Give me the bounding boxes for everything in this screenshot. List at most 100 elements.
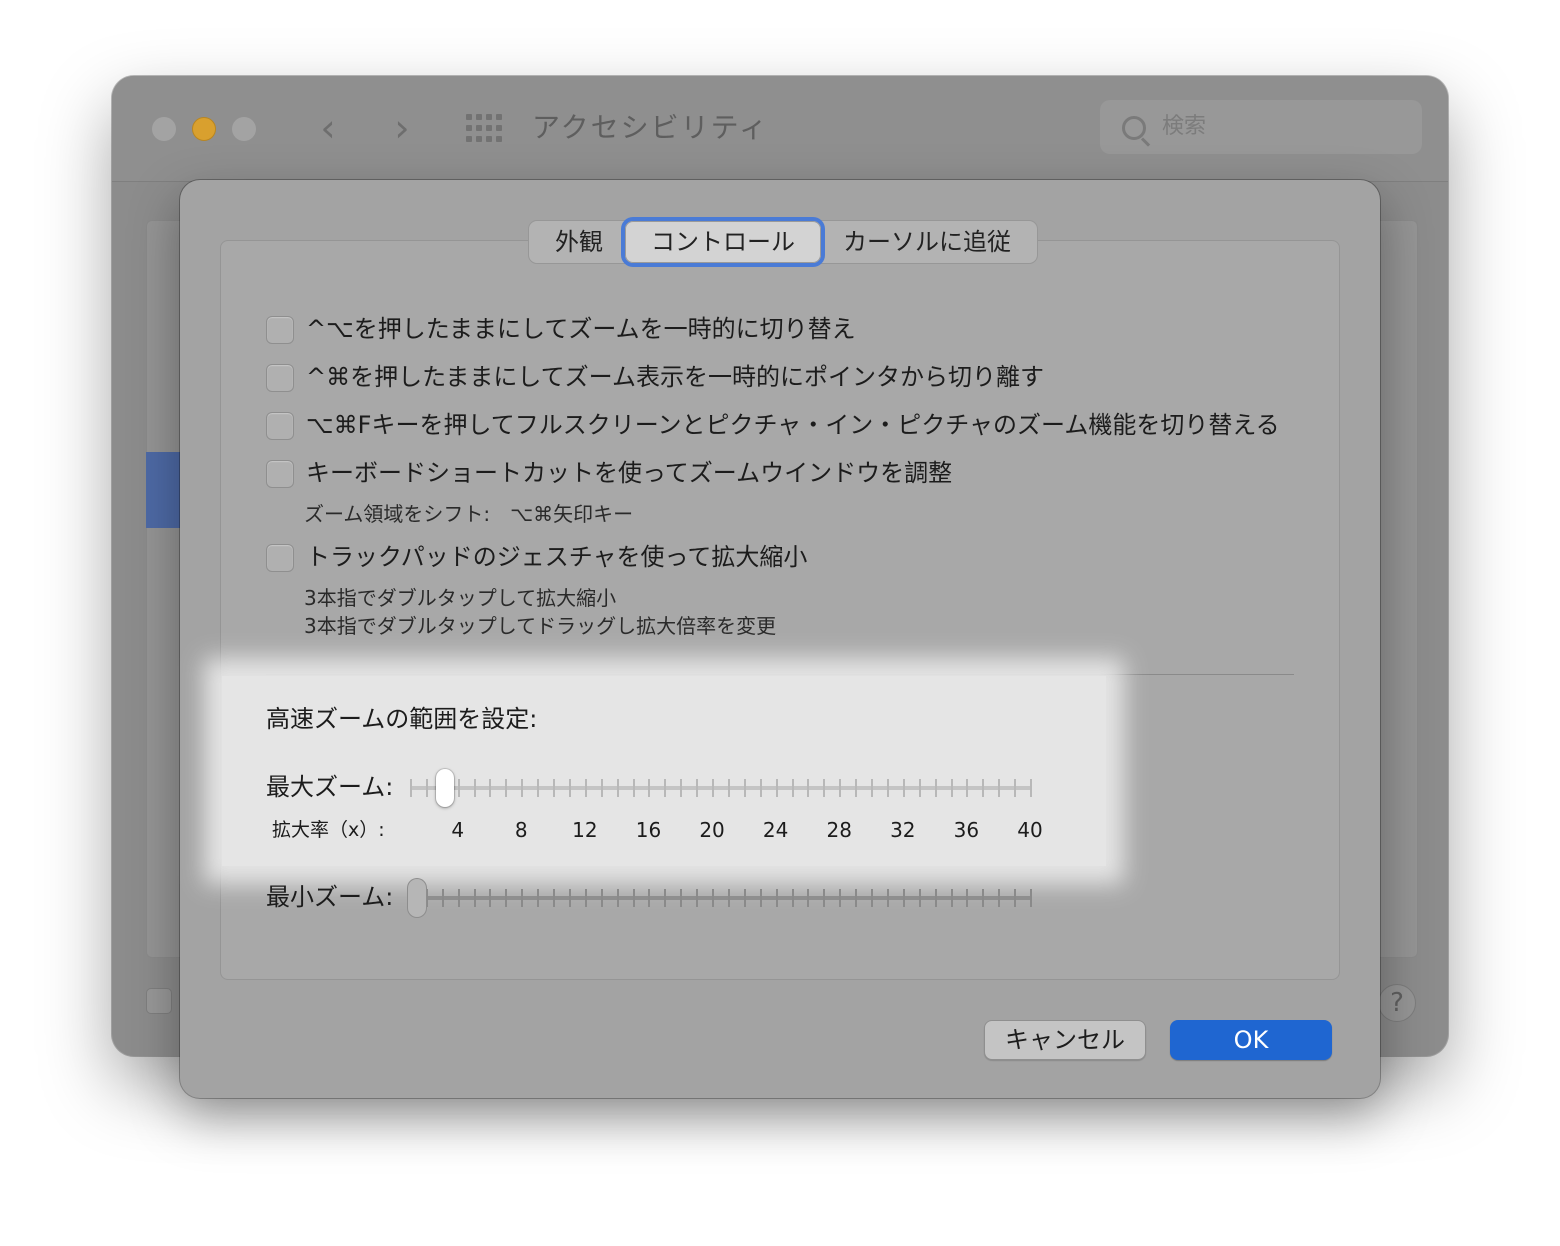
slider-tick	[616, 779, 619, 797]
max-zoom-label: 最大ズーム:	[266, 773, 394, 801]
scale-value: 40	[1017, 818, 1043, 842]
minimize-button[interactable]	[192, 117, 216, 141]
slider-tick	[727, 779, 730, 797]
chevron-left-icon[interactable]: ‹	[308, 106, 348, 150]
ok-button[interactable]: OK	[1170, 1020, 1332, 1060]
checkbox[interactable]	[266, 412, 294, 440]
search-field[interactable]: 検索	[1100, 100, 1422, 154]
slider-tick	[632, 779, 635, 797]
slider-tick	[1014, 889, 1017, 907]
min-zoom-slider-knob[interactable]	[408, 879, 426, 917]
scale-value: 12	[572, 818, 598, 842]
slider-tick	[807, 889, 810, 907]
slider-tick	[600, 889, 603, 907]
slider-tick	[998, 889, 1001, 907]
slider-tick	[934, 779, 937, 797]
tab-appearance[interactable]: 外観	[529, 221, 629, 263]
slider-tick	[616, 889, 619, 907]
slider-tick	[410, 779, 412, 797]
slider-tick	[425, 889, 428, 907]
chevron-right-icon[interactable]: ›	[382, 106, 422, 150]
slider-tick	[457, 779, 460, 797]
option-label: ^⌘を押したままにしてズーム表示を一時的にポインタから切り離す	[306, 363, 1044, 391]
slider-tick	[839, 779, 842, 797]
slider-tick	[775, 779, 778, 797]
window-title: アクセシビリティ	[532, 111, 769, 144]
slider-tick	[441, 889, 444, 907]
background-checkbox	[146, 988, 172, 1014]
tab-follow-cursor[interactable]: カーソルに追従	[817, 221, 1037, 263]
slider-tick	[521, 779, 524, 797]
slider-tick	[902, 779, 905, 797]
checkbox[interactable]	[266, 364, 294, 392]
slider-tick	[791, 889, 794, 907]
slider-tick	[902, 889, 905, 907]
zoom-range-title: 高速ズームの範囲を設定:	[266, 705, 538, 733]
option-label: キーボードショートカットを使ってズームウインドウを調整	[306, 459, 953, 487]
slider-tick	[727, 889, 730, 907]
slider-tick	[807, 779, 810, 797]
slider-tick	[743, 779, 746, 797]
titlebar: ‹ › アクセシビリティ 検索	[112, 76, 1448, 182]
slider-tick	[568, 889, 571, 907]
max-zoom-slider-knob[interactable]	[435, 769, 454, 807]
scale-value: 4	[451, 818, 465, 842]
slider-tick	[1014, 779, 1017, 797]
slider-tick	[664, 779, 667, 797]
slider-tick	[759, 779, 762, 797]
search-icon	[1122, 116, 1146, 140]
slider-tick	[489, 779, 492, 797]
segmented-tabs: 外観 コントロール カーソルに追従	[528, 220, 1038, 264]
slider-tick	[886, 889, 889, 907]
help-icon[interactable]: ?	[1378, 984, 1416, 1022]
max-zoom-ticks	[410, 779, 1032, 797]
slider-tick	[648, 779, 651, 797]
slider-tick	[664, 889, 667, 907]
show-all-grid-icon[interactable]	[466, 114, 502, 142]
slider-tick	[584, 779, 587, 797]
slider-tick	[982, 889, 985, 907]
slider-tick	[553, 889, 556, 907]
scale-value: 28	[826, 818, 852, 842]
slider-tick	[918, 889, 921, 907]
slider-tick	[600, 779, 603, 797]
option-label: トラックパッドのジェスチャを使って拡大縮小	[306, 543, 808, 571]
checkbox[interactable]	[266, 460, 294, 488]
slider-tick	[505, 889, 508, 907]
slider-tick	[823, 779, 826, 797]
option-subtext: 3本指でダブルタップして拡大縮小	[304, 586, 617, 610]
slider-tick	[1030, 779, 1032, 797]
zoom-button[interactable]	[232, 117, 256, 141]
scale-value: 20	[699, 818, 725, 842]
cancel-button[interactable]: キャンセル	[984, 1020, 1146, 1060]
zoom-options-sheet: 外観 コントロール カーソルに追従 ^⌥を押したままにしてズームを一時的に切り替…	[180, 180, 1380, 1098]
checkbox[interactable]	[266, 316, 294, 344]
slider-tick	[696, 889, 699, 907]
slider-tick	[537, 889, 540, 907]
checkbox[interactable]	[266, 544, 294, 572]
slider-tick	[473, 779, 476, 797]
slider-tick	[712, 889, 715, 907]
scale-value: 36	[953, 818, 980, 842]
slider-tick	[950, 889, 953, 907]
slider-tick	[505, 779, 508, 797]
slider-tick	[871, 889, 874, 907]
slider-tick	[966, 779, 969, 797]
slider-tick	[680, 779, 683, 797]
slider-tick	[775, 889, 778, 907]
slider-tick	[568, 779, 571, 797]
slider-tick	[537, 779, 540, 797]
slider-tick	[457, 889, 460, 907]
slider-tick	[759, 889, 762, 907]
tab-controls[interactable]: コントロール	[625, 221, 821, 263]
slider-tick	[521, 889, 524, 907]
close-button[interactable]	[152, 117, 176, 141]
slider-tick	[982, 779, 985, 797]
slider-tick	[553, 779, 556, 797]
min-zoom-label: 最小ズーム:	[266, 883, 394, 911]
slider-tick	[950, 779, 953, 797]
slider-tick	[934, 889, 937, 907]
min-zoom-ticks	[410, 889, 1032, 907]
slider-tick	[648, 889, 651, 907]
divider	[266, 674, 1294, 675]
